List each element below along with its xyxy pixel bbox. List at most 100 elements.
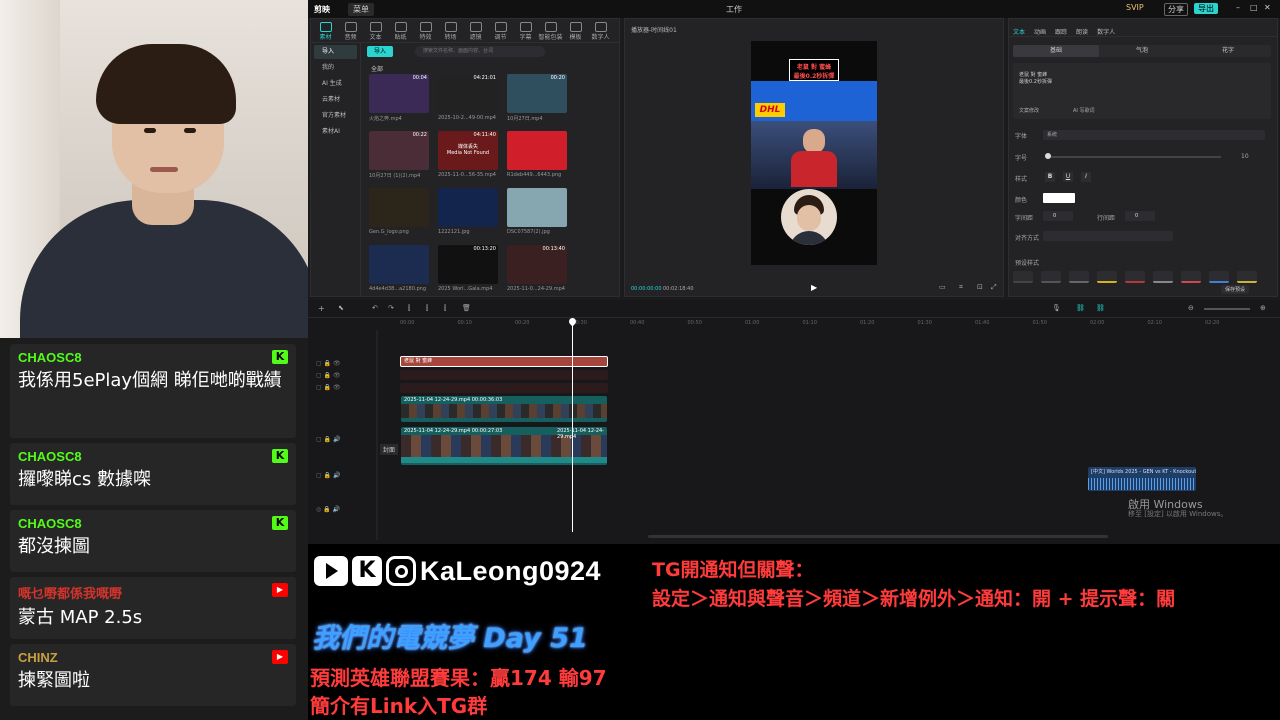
split-left-icon[interactable]: ⫿ [426, 304, 428, 313]
media-item[interactable]: DSC07587(2).jpg [507, 188, 567, 235]
preset-style-chip[interactable] [1209, 271, 1229, 283]
zoom-in-icon[interactable]: ⊕ [1260, 304, 1266, 312]
toolbar-item[interactable]: 数字人 [588, 19, 613, 41]
sidebar-item[interactable]: 素材AI [314, 125, 357, 139]
player-preview[interactable]: 老鼠 對 蜜蜂 最後0.2秒拆彈 DHL [751, 41, 877, 265]
media-item[interactable]: Gen.G_logo.png [369, 188, 429, 235]
line-spacing-input[interactable]: 0 [1125, 211, 1155, 221]
media-thumbnail[interactable]: 00:22 [369, 131, 429, 170]
split-icon[interactable]: ⫿ [408, 304, 410, 313]
toolbar-item[interactable]: 特效 [413, 19, 438, 41]
toolbar-item[interactable]: 贴纸 [388, 19, 413, 41]
text-clip-ghost[interactable] [400, 370, 608, 380]
sidebar-item[interactable]: 导入 [314, 45, 357, 59]
spacing-input[interactable]: 0 [1043, 211, 1073, 221]
toolbar-item[interactable]: 字幕 [513, 19, 538, 41]
track-header-text-3[interactable]: ▢ 🔒 👁 [316, 384, 341, 391]
preset-style-chip[interactable] [1013, 271, 1033, 283]
link-icon[interactable]: ⛓ [1076, 304, 1085, 312]
zoom-icon[interactable]: ⊡ [977, 283, 983, 291]
toolbar-item[interactable]: 文本 [363, 19, 388, 41]
italic-button[interactable]: I [1081, 172, 1091, 182]
toolbar-item[interactable]: 滤镜 [463, 19, 488, 41]
sidebar-item[interactable]: 官方素材 [314, 109, 357, 123]
track-header-text[interactable]: ▢ 🔒 👁 [316, 360, 341, 367]
inspector-subtab[interactable]: 基础 [1013, 45, 1099, 57]
delete-icon[interactable]: 🗑 [462, 304, 471, 312]
toolbar-item[interactable]: 转场 [438, 19, 463, 41]
video-clip-1[interactable]: 2025-11-04 12-24-29.mp4 00:00:36:03 [401, 396, 607, 422]
zoom-out-icon[interactable]: ⊖ [1188, 304, 1194, 312]
media-thumbnail[interactable] [369, 245, 429, 284]
preset-style-chip[interactable] [1097, 271, 1117, 283]
media-item[interactable]: 00:04 火焰之奔.mp4 [369, 74, 429, 122]
media-item[interactable]: 1222121.jpg [438, 188, 498, 235]
track-header-video[interactable]: ▢ 🔒 🔊 [316, 436, 340, 443]
media-item[interactable]: 4d4e4d38...a2180.png [369, 245, 429, 292]
import-button[interactable]: 导入 [367, 46, 393, 57]
close-icon[interactable]: ✕ [1264, 3, 1271, 12]
preset-style-chip[interactable] [1041, 271, 1061, 283]
fullscreen-icon[interactable]: ⤢ [991, 283, 997, 292]
inspector-tab[interactable]: 数字人 [1097, 27, 1115, 36]
inspector-tab[interactable]: 文本 [1013, 27, 1025, 36]
inspector-subtab[interactable]: 花字 [1185, 45, 1271, 57]
toolbar-item[interactable]: 智能包装 [538, 19, 563, 41]
sidebar-item[interactable]: 云素材 [314, 93, 357, 107]
media-thumbnail[interactable]: 04:11:40 媒体丢失 Media Not Found [438, 131, 498, 170]
maximize-icon[interactable]: □ [1250, 3, 1258, 12]
redo-icon[interactable]: ↷ [388, 304, 394, 312]
media-thumbnail[interactable]: 00:13:40 [507, 245, 567, 284]
media-thumbnail[interactable] [507, 188, 567, 227]
export-button[interactable]: 导出 [1194, 3, 1218, 14]
share-button[interactable]: 分享 [1164, 3, 1188, 16]
cover-button[interactable]: 封面 [380, 444, 399, 455]
track-header-text-2[interactable]: ▢ 🔒 👁 [316, 372, 341, 379]
text-clip[interactable]: 老鼠 對 蜜蜂 [400, 356, 608, 367]
media-item[interactable]: 00:22 10月27日 (1)(2).mp4 [369, 131, 429, 179]
size-slider[interactable] [1045, 156, 1221, 158]
media-thumbnail[interactable] [438, 188, 498, 227]
media-item[interactable]: 00:13:20 2025 Worl...Gala.mp4 [438, 245, 498, 292]
text-clip-ghost-2[interactable] [400, 383, 608, 393]
media-item[interactable]: 04:11:40 媒体丢失 Media Not Found 2025-11-0...… [438, 131, 498, 178]
toolbar-item[interactable]: 模板 [563, 19, 588, 41]
text-editor-box[interactable]: 老鼠 對 蜜蜂 最後0.2秒拆彈 文案修改 AI 写歌词 [1013, 63, 1271, 119]
inspector-tab[interactable]: 动画 [1034, 27, 1046, 36]
media-item[interactable]: 00:13:40 2025-11-0...24-29.mp4 [507, 245, 567, 292]
media-thumbnail[interactable] [507, 131, 567, 170]
preset-style-chip[interactable] [1153, 271, 1173, 283]
toolbar-item[interactable]: 素材 [313, 19, 338, 41]
ratio-icon[interactable]: ▭ [939, 283, 946, 291]
media-thumbnail[interactable]: 00:13:20 [438, 245, 498, 284]
media-item[interactable]: 04:21:01 2025-10-2...49-00.mp4 [438, 74, 498, 121]
align-buttons[interactable] [1043, 231, 1173, 241]
size-slider-handle[interactable] [1045, 153, 1051, 159]
undo-icon[interactable]: ↶ [372, 304, 378, 312]
media-thumbnail[interactable]: 00:20 [507, 74, 567, 113]
inspector-tab[interactable]: 朗读 [1076, 27, 1088, 36]
ai-write-button[interactable]: AI 写歌词 [1073, 107, 1095, 114]
preset-style-chip[interactable] [1237, 271, 1257, 283]
text-revise-button[interactable]: 文案修改 [1019, 107, 1039, 114]
media-thumbnail[interactable]: 00:04 [369, 74, 429, 113]
underline-button[interactable]: U [1063, 172, 1073, 182]
menu-button[interactable]: 菜单 [348, 3, 374, 16]
select-tool-icon[interactable]: ⬉ [338, 304, 344, 312]
preset-style-chip[interactable] [1181, 271, 1201, 283]
crop-icon[interactable]: ⌗ [959, 283, 963, 292]
zoom-slider[interactable] [1204, 308, 1250, 310]
bold-button[interactable]: B [1045, 172, 1055, 182]
color-swatch[interactable] [1043, 193, 1075, 203]
caption-box[interactable]: 老鼠 對 蜜蜂 最後0.2秒拆彈 [789, 59, 839, 81]
play-icon[interactable]: ▶ [811, 283, 817, 292]
svip-badge[interactable]: SVIP [1126, 3, 1144, 12]
media-thumbnail[interactable]: 04:21:01 [438, 74, 498, 113]
preset-styles[interactable] [1013, 271, 1271, 283]
playhead[interactable] [572, 318, 573, 532]
toolbar-item[interactable]: 音频 [338, 19, 363, 41]
toolbar-item[interactable]: 调节 [488, 19, 513, 41]
split-right-icon[interactable]: ⫿ [444, 304, 446, 313]
track-header-audio[interactable]: ◎ 🔒 🔊 [316, 506, 340, 513]
timeline-scrollbar[interactable] [648, 535, 1108, 538]
